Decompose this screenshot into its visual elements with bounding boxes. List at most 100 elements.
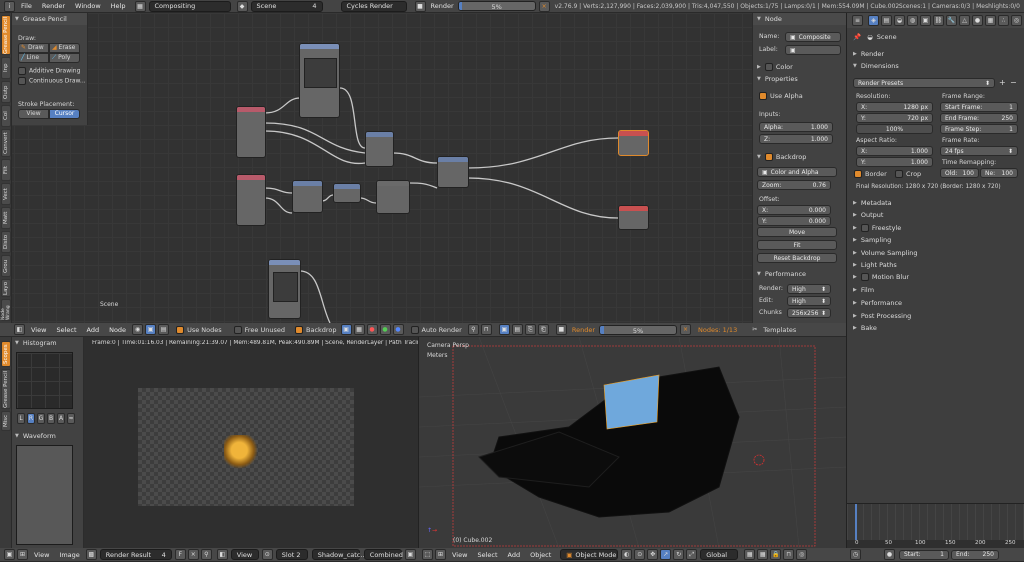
- playhead[interactable]: [855, 504, 857, 540]
- perf-edit-select[interactable]: High ⬍: [787, 296, 831, 306]
- free-unused-checkbox[interactable]: [233, 325, 242, 334]
- slot-select[interactable]: Slot 2: [275, 549, 308, 560]
- composite-node[interactable]: [618, 130, 649, 156]
- performance-section[interactable]: ▼ Performance: [757, 268, 806, 280]
- constraints-tab-icon[interactable]: ⛓: [933, 15, 944, 26]
- use-nodes-checkbox[interactable]: [176, 325, 185, 334]
- curves-node-top[interactable]: [299, 43, 340, 118]
- chunks-select[interactable]: 256x256 ⬍: [787, 308, 831, 318]
- viewport-menu-object[interactable]: Object: [530, 551, 551, 559]
- editor-type-icon[interactable]: ≡: [852, 15, 863, 26]
- end-frame-input[interactable]: End Frame: 250: [940, 113, 1018, 123]
- output-panel[interactable]: ▶ Output: [853, 209, 883, 221]
- view-mode-select[interactable]: View: [230, 549, 259, 560]
- viewport-menu-select[interactable]: Select: [477, 551, 497, 559]
- crop-toggle[interactable]: Crop: [895, 170, 921, 178]
- texture-nodes-icon[interactable]: ▤: [158, 324, 170, 335]
- render-layer-select[interactable]: Shadow_catc...: [311, 549, 367, 560]
- film-panel[interactable]: ▶ Film: [853, 284, 874, 296]
- alpha-input[interactable]: Alpha: 1.000: [759, 122, 833, 132]
- color-section[interactable]: ▶ Color: [757, 61, 793, 73]
- editor-type-icon[interactable]: ◧: [14, 324, 25, 335]
- backdrop-checkbox[interactable]: [295, 325, 303, 334]
- image-editor[interactable]: Frame:0 | Time:01:16.03 | Remaining:21:3…: [84, 337, 418, 548]
- render-stop-icon[interactable]: ■: [555, 324, 567, 335]
- menu-file[interactable]: File: [21, 2, 32, 10]
- start-frame-field[interactable]: Start: 1: [899, 549, 949, 560]
- histogram-header[interactable]: ▼ Histogram: [12, 337, 83, 349]
- proportional-icon[interactable]: ◎: [796, 549, 808, 560]
- old-frames-input[interactable]: Old: 100: [940, 168, 979, 178]
- rotate-icon[interactable]: ↻: [673, 549, 685, 560]
- motion-blur-panel[interactable]: ▶ Motion Blur: [853, 271, 909, 283]
- templates-menu[interactable]: Templates: [763, 326, 796, 334]
- close-render-icon[interactable]: ×: [538, 0, 550, 12]
- material-tab-icon[interactable]: ●: [972, 15, 983, 26]
- image-menu-image[interactable]: Image: [59, 551, 79, 559]
- resolution-y-input[interactable]: Y: 720 px: [856, 113, 933, 123]
- render-layers-node-a[interactable]: [236, 106, 266, 158]
- translate-icon[interactable]: ↗: [660, 549, 672, 560]
- node-section-header[interactable]: ▼ Node: [753, 13, 846, 25]
- channel-r-button[interactable]: R: [27, 413, 35, 424]
- node-menu-select[interactable]: Select: [56, 326, 76, 334]
- shading-icon[interactable]: ◐: [621, 549, 633, 560]
- math-node-a[interactable]: [292, 180, 323, 213]
- channel-rgb-icon[interactable]: ▣: [340, 324, 352, 335]
- scene-tab-icon[interactable]: ◒: [894, 15, 905, 26]
- view-mode-icon[interactable]: ◧: [216, 549, 228, 560]
- channel-l-button[interactable]: L: [17, 413, 25, 424]
- screen-layout-icon[interactable]: ▦: [134, 0, 146, 12]
- channel-g-button[interactable]: G: [37, 413, 45, 424]
- timeline[interactable]: 0 50 100 150 200 250: [846, 503, 1024, 548]
- render-tab-icon[interactable]: ◈: [868, 15, 879, 26]
- snap-icon[interactable]: ⊓: [480, 324, 492, 335]
- image-select[interactable]: Render Result 4: [99, 549, 172, 560]
- auto-render-checkbox[interactable]: [410, 325, 419, 334]
- frame-rate-select[interactable]: 24 fps ⬍: [940, 146, 1018, 156]
- viewport-menu-add[interactable]: Add: [508, 551, 521, 559]
- render-presets-select[interactable]: Render Presets ⬍: [853, 78, 995, 88]
- use-alpha-checkbox[interactable]: [759, 92, 767, 100]
- aspect-x-input[interactable]: X: 1.000: [856, 146, 933, 156]
- toolbar-toggle-icon[interactable]: ⊞: [435, 549, 446, 560]
- backdrop-mode-select[interactable]: ▣ Color and Alpha: [757, 167, 837, 177]
- render-layers-node-b[interactable]: [236, 174, 266, 226]
- auto-render-toggle[interactable]: Auto Render: [410, 325, 462, 334]
- zoom-input[interactable]: Zoom: 0.76: [757, 180, 831, 190]
- offset-y-input[interactable]: Y: 0.000: [757, 216, 831, 226]
- snap-mode-icon[interactable]: ▤: [511, 324, 523, 335]
- render-stop-icon[interactable]: ■: [414, 0, 426, 12]
- channel-b-button[interactable]: B: [47, 413, 55, 424]
- display-channels-icon[interactable]: ▣: [404, 549, 416, 560]
- snap-icon[interactable]: ⊓: [783, 549, 795, 560]
- 3d-viewport[interactable]: Camera Persp Meters ↑→ (0) Cube.002: [418, 337, 846, 548]
- orientation-select[interactable]: Global: [700, 549, 739, 560]
- crop-checkbox[interactable]: [895, 170, 903, 178]
- data-tab-icon[interactable]: △: [959, 15, 970, 26]
- object-mode-select[interactable]: ▣ Object Mode: [560, 549, 619, 560]
- backdrop-panel-checkbox[interactable]: [764, 153, 773, 161]
- use-alpha-toggle[interactable]: Use Alpha: [759, 92, 803, 100]
- volume-sampling-panel[interactable]: ▶ Volume Sampling: [853, 247, 918, 259]
- mask-node[interactable]: [376, 180, 410, 214]
- remove-preset-icon[interactable]: −: [1010, 78, 1017, 87]
- metadata-panel[interactable]: ▶ Metadata: [853, 197, 892, 209]
- paste-icon[interactable]: ⎗: [537, 324, 549, 335]
- particles-tab-icon[interactable]: ∴: [998, 15, 1009, 26]
- curves-node-bottom[interactable]: [268, 259, 301, 319]
- tab-misc[interactable]: Misc: [1, 411, 11, 431]
- composite-nodes-icon[interactable]: ▣: [145, 324, 157, 335]
- channel-rgba-icon[interactable]: ▦: [353, 324, 365, 335]
- pin-icon[interactable]: 📌: [853, 33, 861, 41]
- use-nodes-toggle[interactable]: Use Nodes: [176, 325, 222, 334]
- unlink-image-icon[interactable]: ×: [187, 549, 199, 560]
- end-frame-field[interactable]: End: 250: [951, 549, 999, 560]
- world-tab-icon[interactable]: ◍: [907, 15, 918, 26]
- pin-icon[interactable]: ⚲: [467, 324, 479, 335]
- channel-red-icon[interactable]: ●: [366, 324, 378, 335]
- node-menu-add[interactable]: Add: [87, 326, 100, 334]
- perf-render-select[interactable]: High ⬍: [787, 284, 831, 294]
- resolution-x-input[interactable]: X: 1280 px: [856, 102, 933, 112]
- menu-window[interactable]: Window: [75, 2, 101, 10]
